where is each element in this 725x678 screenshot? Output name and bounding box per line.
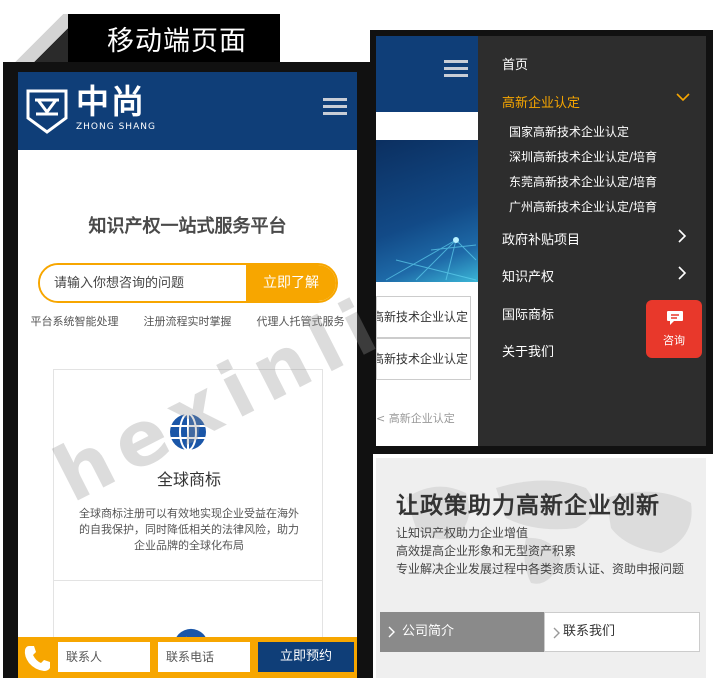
- header-spacer: [376, 112, 478, 140]
- list-item[interactable]: 高新技术企业认定/: [376, 338, 471, 380]
- menu-item-home[interactable]: 首页: [502, 54, 528, 73]
- consult-label: 咨询: [663, 334, 685, 347]
- consult-button[interactable]: 咨询: [646, 300, 702, 358]
- right-phone-screen: 高新技术企业认定/ 高新技术企业认定/ 高新企业认定 > 首页 高新企业认定 国…: [376, 36, 706, 446]
- hamburger-menu-icon[interactable]: [323, 98, 347, 116]
- globe-icon: [170, 413, 206, 451]
- tab-company-profile[interactable]: 公司简介: [380, 612, 544, 652]
- feature-item: 注册流程实时掌握: [143, 315, 232, 328]
- submenu-item[interactable]: 东莞高新技术企业认定/培育: [509, 173, 657, 190]
- hero-title: 知识产权一站式服务平台: [88, 216, 287, 237]
- chevron-right-icon[interactable]: [676, 266, 688, 280]
- book-now-button[interactable]: 立即预约: [258, 642, 354, 672]
- chat-bubble-icon: [667, 311, 683, 325]
- promo-banner: 让政策助力高新企业创新 让知识产权助力企业增值 高效提高企业形象和无型资产积累 …: [376, 458, 706, 678]
- menu-item-about[interactable]: 关于我们: [502, 341, 554, 360]
- banner-line: 专业解决企业发展过程中各类资质认证、资助申报问题: [396, 562, 685, 576]
- hamburger-menu-icon[interactable]: [444, 60, 468, 78]
- banner-line: 让知识产权助力企业增值: [396, 526, 529, 540]
- learn-now-button[interactable]: 立即了解: [246, 265, 336, 301]
- banner-title: 移动端页面: [107, 26, 247, 57]
- logo-text: 中尚: [76, 82, 146, 121]
- contact-phone-input[interactable]: [158, 642, 250, 672]
- nav-drawer: 首页 高新企业认定 国家高新技术企业认定 深圳高新技术企业认定/培育 东莞高新技…: [478, 36, 706, 446]
- site-header: [376, 36, 478, 112]
- card-title: 全球商标: [156, 470, 221, 489]
- service-card-global-trademark[interactable]: 全球商标 全球商标注册可以有效地实现企业受益在海外的自我保护，同时降低相关的法律…: [53, 369, 323, 581]
- submenu-item[interactable]: 深圳高新技术企业认定/培育: [509, 148, 657, 165]
- logo-shield-icon: [26, 89, 68, 134]
- menu-item-ip[interactable]: 知识产权: [502, 266, 554, 285]
- chevron-right-icon: [388, 626, 395, 638]
- list-item[interactable]: 高新技术企业认定/: [376, 296, 471, 338]
- menu-item-subsidy[interactable]: 政府补贴项目: [502, 229, 580, 248]
- banner-headline: 让政策助力高新企业创新: [396, 493, 660, 519]
- submenu-item[interactable]: 广州高新技术企业认定/培育: [509, 198, 657, 215]
- chevron-right-icon[interactable]: [676, 229, 688, 243]
- banner-line: 高效提高企业形象和无型资产积累: [396, 544, 577, 558]
- site-header: 中尚 ZHONG SHANG: [18, 72, 357, 150]
- contact-name-input[interactable]: [58, 642, 150, 672]
- submenu-item[interactable]: 国家高新技术企业认定: [509, 123, 629, 140]
- feature-list: 平台系统智能处理 注册流程实时掌握 代理人托管式服务: [18, 313, 357, 329]
- feature-item: 平台系统智能处理: [30, 315, 119, 328]
- appointment-bar: 立即预约: [18, 637, 357, 678]
- tab-label: 公司简介: [402, 624, 455, 639]
- card-description: 全球商标注册可以有效地实现企业受益在海外的自我保护，同时降低相关的法律风险，助力…: [79, 507, 299, 552]
- feature-item: 代理人托管式服务: [256, 315, 345, 328]
- tab-label: 联系我们: [563, 624, 616, 639]
- left-phone-screen: 中尚 ZHONG SHANG 知识产权一站式服务平台 立即了解 平台系统智能处理…: [18, 72, 357, 678]
- phone-icon[interactable]: [22, 643, 52, 673]
- logo-subtext: ZHONG SHANG: [76, 122, 156, 132]
- chevron-right-icon: [553, 627, 560, 639]
- network-graphic-icon: [385, 237, 477, 281]
- hero-image: [376, 140, 478, 282]
- tab-contact-us[interactable]: 联系我们: [544, 612, 700, 652]
- chevron-down-icon[interactable]: [676, 92, 690, 102]
- search-form: 立即了解: [38, 263, 338, 303]
- search-input[interactable]: [40, 265, 248, 301]
- menu-item-trademark[interactable]: 国际商标: [502, 304, 554, 323]
- menu-item-high-tech[interactable]: 高新企业认定: [502, 92, 580, 111]
- more-link[interactable]: 高新企业认定 >: [376, 410, 478, 426]
